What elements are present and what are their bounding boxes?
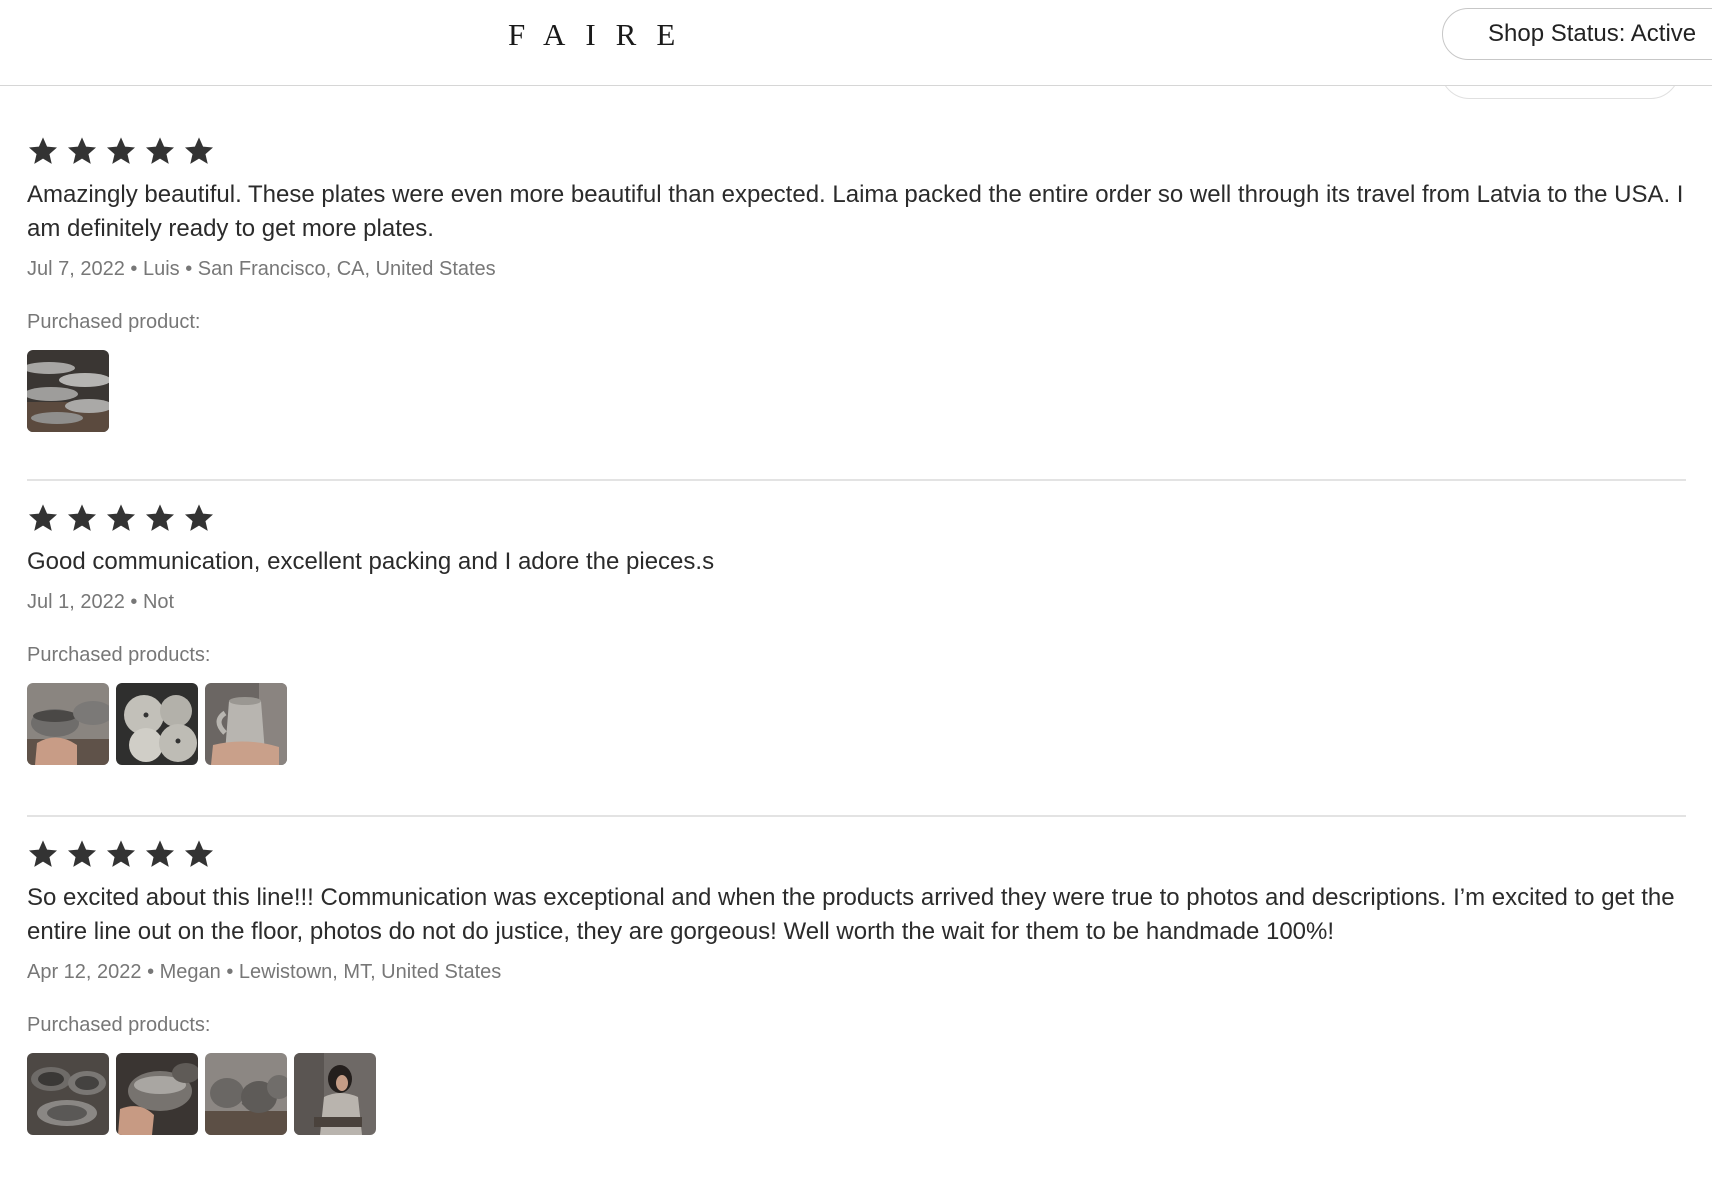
- product-thumbnail-bowl-in-hand[interactable]: [27, 683, 109, 765]
- star-icon: [107, 504, 135, 531]
- product-thumbnail-bowl-held[interactable]: [116, 1053, 198, 1135]
- star-icon: [146, 840, 174, 867]
- purchased-label: Purchased product:: [27, 311, 201, 333]
- star-icon: [146, 137, 174, 164]
- review-item: So excited about this line!!! Communicat…: [27, 838, 1687, 1135]
- star-icon: [185, 504, 213, 531]
- star-icon: [107, 840, 135, 867]
- star-icon: [29, 137, 57, 164]
- review-meta: Jul 1, 2022 • Not: [27, 591, 175, 613]
- review-meta: Apr 12, 2022 • Megan • Lewistown, MT, Un…: [27, 961, 502, 983]
- product-thumbnails: [27, 350, 1687, 432]
- star-icon: [185, 137, 213, 164]
- review-text: Amazingly beautiful. These plates were e…: [27, 181, 1684, 242]
- product-thumbnail-plate-set[interactable]: [27, 1053, 109, 1135]
- star-icon: [29, 504, 57, 531]
- star-icon: [68, 840, 96, 867]
- product-thumbnail-mugs[interactable]: [205, 1053, 287, 1135]
- faire-logo[interactable]: FAIRE: [508, 17, 695, 53]
- review-meta: Jul 7, 2022 • Luis • San Francisco, CA, …: [27, 258, 496, 280]
- product-thumbnails: [27, 1053, 1687, 1135]
- review-item: Amazingly beautiful. These plates were e…: [27, 135, 1687, 432]
- review-item: Good communication, excellent packing an…: [27, 502, 1687, 765]
- star-rating: [27, 135, 1687, 169]
- star-icon: [146, 504, 174, 531]
- review-text: Good communication, excellent packing an…: [27, 548, 715, 575]
- top-bar: FAIRE Shop Status: Active: [0, 0, 1712, 86]
- product-thumbnails: [27, 683, 1687, 765]
- product-thumbnail-round-vases[interactable]: [116, 683, 198, 765]
- product-thumbnail-pitcher[interactable]: [205, 683, 287, 765]
- star-icon: [68, 504, 96, 531]
- purchased-label: Purchased products:: [27, 1014, 211, 1036]
- star-icon: [68, 137, 96, 164]
- product-thumbnail-potter-at-work[interactable]: [294, 1053, 376, 1135]
- review-divider: [27, 815, 1686, 817]
- product-thumbnail-oval-plates[interactable]: [27, 350, 109, 432]
- review-divider: [27, 479, 1686, 481]
- star-icon: [107, 137, 135, 164]
- shop-status-button[interactable]: Shop Status: Active: [1442, 8, 1712, 60]
- purchased-label: Purchased products:: [27, 644, 211, 666]
- star-icon: [29, 840, 57, 867]
- review-text: So excited about this line!!! Communicat…: [27, 884, 1675, 945]
- star-icon: [185, 840, 213, 867]
- star-rating: [27, 838, 1687, 872]
- star-rating: [27, 502, 1687, 536]
